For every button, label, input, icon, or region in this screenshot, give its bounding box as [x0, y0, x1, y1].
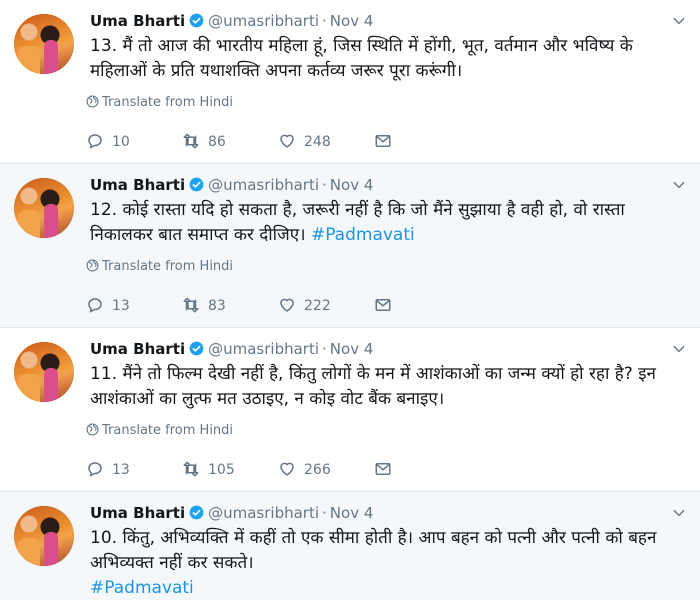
direct-message-button[interactable] [374, 294, 400, 318]
caret-down-icon[interactable] [672, 14, 686, 28]
author-handle[interactable]: @umasribharti [208, 504, 319, 522]
globe-icon [86, 259, 99, 272]
tweet-body: 11. मैंने तो फिल्म देखी नहीं है, किंतु ल… [90, 364, 656, 409]
tweet-text: 10. किंतु, अभिव्यक्ति में कहीं तो एक सीम… [90, 526, 680, 600]
translate-link[interactable]: Translate from Hindi [86, 422, 233, 440]
retweet-button[interactable]: 105 [182, 458, 235, 482]
translate-label: Translate from Hindi [102, 259, 234, 274]
like-button[interactable]: 222 [278, 294, 331, 318]
translate-link[interactable]: Translate from Hindi [86, 94, 233, 112]
hashtag-link[interactable]: #Padmavati [311, 225, 415, 245]
author-handle[interactable]: @umasribharti [208, 12, 319, 30]
like-count: 248 [304, 134, 331, 150]
tweet[interactable]: Uma Bharti @umasribharti · Nov 4 12. कोई रा… [0, 164, 700, 328]
avatar[interactable] [14, 342, 74, 402]
tweet-header: Uma Bharti @umasribharti · Nov 4 [90, 502, 373, 524]
tweet-text: 12. कोई रास्ता यदि हो सकता है, जरूरी नही… [90, 198, 680, 248]
tweet[interactable]: Uma Bharti @umasribharti · Nov 4 13. मैं तो… [0, 0, 700, 164]
reply-count: 10 [112, 134, 130, 150]
translate-link[interactable]: Translate from Hindi [86, 258, 233, 276]
tweet-date[interactable]: Nov 4 [330, 12, 374, 30]
direct-message-button[interactable] [374, 130, 400, 154]
author-handle[interactable]: @umasribharti [208, 176, 319, 194]
like-count: 266 [304, 462, 331, 478]
reply-count: 13 [112, 462, 130, 478]
reply-icon [88, 462, 102, 477]
reply-icon [88, 134, 102, 149]
tweet[interactable]: Uma Bharti @umasribharti · Nov 4 10. किंतु,… [0, 492, 700, 600]
avatar[interactable] [14, 14, 74, 74]
direct-message-icon [375, 135, 391, 147]
caret-down-icon[interactable] [672, 506, 686, 520]
direct-message-icon [375, 299, 391, 311]
retweet-icon [183, 297, 199, 313]
verified-badge-icon [189, 341, 204, 356]
tweet-text: 11. मैंने तो फिल्म देखी नहीं है, किंतु ल… [90, 362, 680, 412]
reply-button[interactable]: 10 [86, 130, 130, 154]
globe-icon [86, 95, 99, 108]
translate-label: Translate from Hindi [102, 95, 234, 110]
reply-button[interactable]: 13 [86, 294, 130, 318]
tweet-header: Uma Bharti @umasribharti · Nov 4 [90, 338, 373, 360]
like-button[interactable]: 266 [278, 458, 331, 482]
tweet-date[interactable]: Nov 4 [330, 340, 374, 358]
separator: · [322, 12, 327, 30]
retweet-count: 83 [208, 298, 226, 314]
retweet-button[interactable]: 86 [182, 130, 226, 154]
like-count: 222 [304, 298, 331, 314]
reply-button[interactable]: 13 [86, 458, 130, 482]
tweet-date[interactable]: Nov 4 [330, 504, 374, 522]
avatar[interactable] [14, 178, 74, 238]
tweet[interactable]: Uma Bharti @umasribharti · Nov 4 11. मैंने … [0, 328, 700, 492]
tweet-timeline: Uma Bharti @umasribharti · Nov 4 13. मैं तो… [0, 0, 700, 600]
verified-badge-icon [189, 177, 204, 192]
separator: · [322, 176, 327, 194]
verified-badge-icon [189, 13, 204, 28]
retweet-button[interactable]: 83 [182, 294, 226, 318]
tweet-body: 13. मैं तो आज की भारतीय महिला हूं, जिस स… [90, 36, 633, 81]
retweet-icon [183, 461, 199, 477]
caret-down-icon[interactable] [672, 178, 686, 192]
author-name[interactable]: Uma Bharti [90, 12, 185, 30]
direct-message-button[interactable] [374, 458, 400, 482]
separator: · [322, 504, 327, 522]
author-handle[interactable]: @umasribharti [208, 340, 319, 358]
author-name[interactable]: Uma Bharti [90, 340, 185, 358]
reply-count: 13 [112, 298, 130, 314]
tweet-header: Uma Bharti @umasribharti · Nov 4 [90, 10, 373, 32]
globe-icon [86, 423, 99, 436]
retweet-count: 105 [208, 462, 235, 478]
author-name[interactable]: Uma Bharti [90, 504, 185, 522]
like-icon [280, 298, 294, 312]
tweet-actions: 13 105 266 [86, 458, 486, 482]
retweet-count: 86 [208, 134, 226, 150]
tweet-date[interactable]: Nov 4 [330, 176, 374, 194]
tweet-actions: 13 83 222 [86, 294, 486, 318]
author-name[interactable]: Uma Bharti [90, 176, 185, 194]
like-icon [280, 462, 294, 476]
avatar[interactable] [14, 506, 74, 566]
direct-message-icon [375, 463, 391, 475]
reply-icon [88, 298, 102, 313]
hashtag-link[interactable]: #Padmavati [90, 578, 194, 598]
retweet-icon [183, 133, 199, 149]
like-icon [280, 134, 294, 148]
separator: · [322, 340, 327, 358]
translate-label: Translate from Hindi [102, 423, 234, 438]
tweet-body: 10. किंतु, अभिव्यक्ति में कहीं तो एक सीम… [90, 528, 657, 573]
tweet-header: Uma Bharti @umasribharti · Nov 4 [90, 174, 373, 196]
like-button[interactable]: 248 [278, 130, 331, 154]
verified-badge-icon [189, 505, 204, 520]
tweet-text: 13. मैं तो आज की भारतीय महिला हूं, जिस स… [90, 34, 680, 84]
caret-down-icon[interactable] [672, 342, 686, 356]
tweet-actions: 10 86 248 [86, 130, 486, 154]
